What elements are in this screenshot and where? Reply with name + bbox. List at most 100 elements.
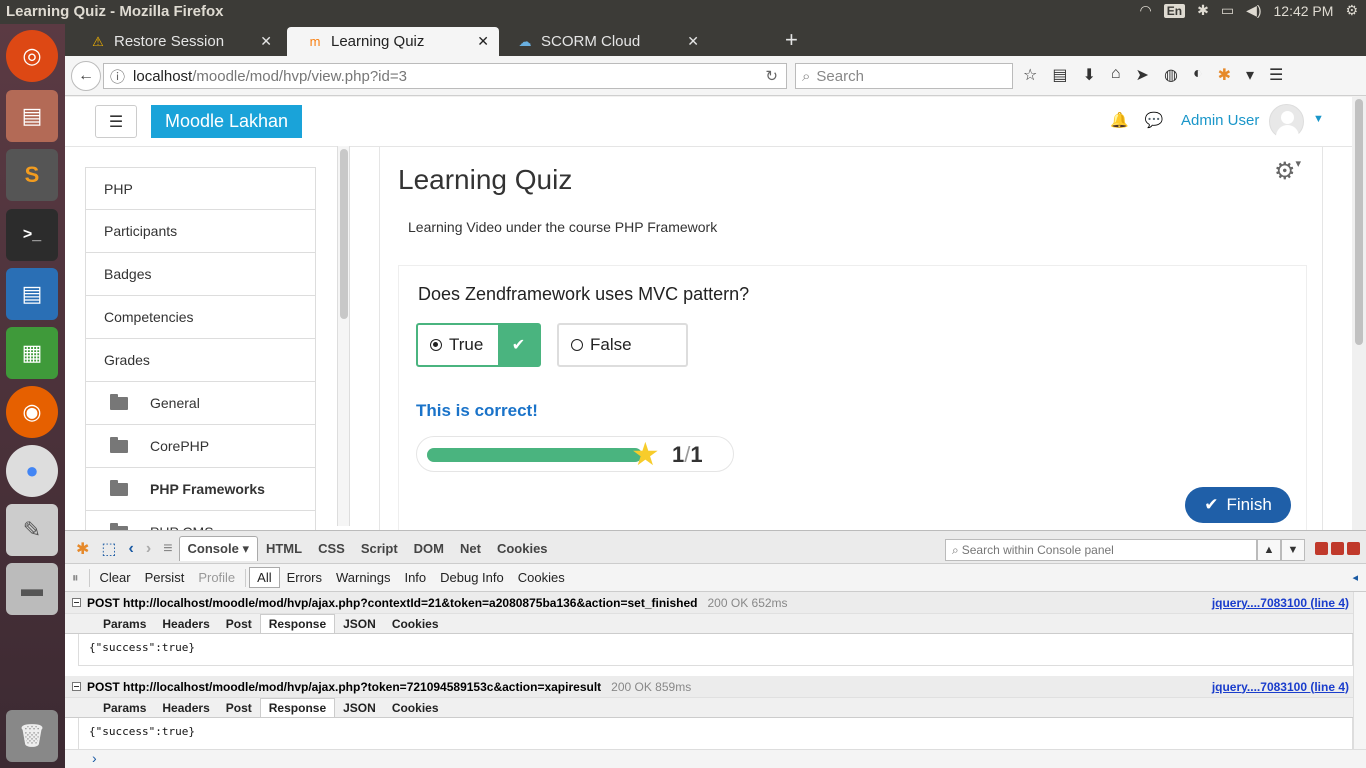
bookmark-star-icon[interactable]: ☆	[1023, 65, 1037, 85]
back-button[interactable]: ←	[71, 61, 101, 91]
tab-scorm-cloud[interactable]: ☁ SCORM Cloud ✕	[497, 27, 709, 56]
messages-icon[interactable]: 💬	[1145, 111, 1164, 129]
firebug-tab-console[interactable]: Console ▾	[178, 536, 258, 561]
req-tab-response[interactable]: Response	[259, 614, 336, 633]
req-tab-json[interactable]: JSON	[335, 699, 384, 717]
close-icon[interactable]: ✕	[477, 33, 489, 50]
disk-icon[interactable]: ▬	[6, 563, 58, 615]
request-source-link[interactable]: jquery....7083100 (line 4)	[1212, 596, 1349, 610]
text-editor-icon[interactable]: ✎	[6, 504, 58, 556]
terminal-icon[interactable]: >_	[6, 209, 58, 261]
persist-button[interactable]: Persist	[138, 568, 192, 587]
req-tab-headers[interactable]: Headers	[154, 615, 217, 633]
req-tab-json[interactable]: JSON	[335, 615, 384, 633]
filter-warnings[interactable]: Warnings	[329, 568, 397, 587]
reload-icon[interactable]: ↻	[765, 67, 778, 85]
req-tab-params[interactable]: Params	[95, 699, 154, 717]
answer-false-button[interactable]: False	[557, 323, 688, 367]
drawer-item-php-frameworks[interactable]: PHP Frameworks	[85, 468, 316, 511]
req-tab-post[interactable]: Post	[218, 699, 260, 717]
console-scrollbar[interactable]	[1353, 592, 1366, 749]
answer-true-button[interactable]: True ✔	[416, 323, 541, 367]
ubuntu-dash-icon[interactable]: ◎	[6, 30, 58, 82]
downloads-icon[interactable]: ⬇	[1082, 65, 1095, 85]
nav-drawer-toggle[interactable]: ☰	[95, 105, 137, 138]
firebug-tab-script[interactable]: Script	[353, 537, 406, 560]
finish-button[interactable]: ✔ Finish	[1185, 487, 1291, 523]
drawer-item-php-cms[interactable]: PHP CMS	[85, 511, 316, 530]
page-scrollbar[interactable]	[1352, 97, 1366, 530]
menu-icon[interactable]: ☰	[1269, 65, 1283, 85]
site-brand[interactable]: Moodle Lakhan	[151, 105, 302, 138]
reading-list-icon[interactable]: ▤	[1052, 65, 1067, 85]
notification-bell-icon[interactable]: 🔔	[1110, 111, 1129, 129]
drawer-item-grades[interactable]: Grades	[85, 339, 316, 382]
dropdown-arrow-icon[interactable]: ▾	[1246, 65, 1254, 85]
sublime-text-icon[interactable]: S	[6, 149, 58, 201]
calc-icon[interactable]: ▦	[6, 327, 58, 379]
tab-restore-session[interactable]: ⚠ Restore Session ✕	[70, 27, 282, 56]
home-icon[interactable]: ⌂	[1111, 65, 1121, 85]
firebug-tab-net[interactable]: Net	[452, 537, 489, 560]
request-source-link[interactable]: jquery....7083100 (line 4)	[1212, 680, 1349, 694]
scroll-thumb[interactable]	[340, 149, 348, 319]
filter-all[interactable]: All	[249, 567, 280, 588]
req-tab-response[interactable]: Response	[259, 698, 336, 717]
search-next-button[interactable]: ▼	[1281, 539, 1305, 561]
search-prev-button[interactable]: ▲	[1257, 539, 1281, 561]
filter-errors[interactable]: Errors	[280, 568, 329, 587]
trash-icon[interactable]: 🗑	[6, 710, 58, 762]
settings-gear-icon[interactable]: ⚙▾	[1274, 157, 1301, 186]
firefox-icon[interactable]: ◉	[6, 386, 58, 438]
addon-icon[interactable]: ◍	[1164, 65, 1178, 85]
drawer-item-php[interactable]: PHP	[85, 167, 316, 210]
collapse-toggle-icon[interactable]	[72, 598, 81, 607]
request-header[interactable]: POST http://localhost/moodle/mod/hvp/aja…	[65, 676, 1353, 698]
volume-icon[interactable]: ◀)	[1246, 2, 1261, 19]
req-tab-cookies[interactable]: Cookies	[384, 615, 447, 633]
close-icon[interactable]: ✕	[260, 33, 272, 50]
command-line-input[interactable]: ›	[65, 749, 1366, 768]
close-icon[interactable]	[1347, 542, 1360, 555]
request-header[interactable]: POST http://localhost/moodle/mod/hvp/aja…	[65, 592, 1353, 614]
wifi-icon[interactable]: ◠	[1140, 2, 1152, 19]
firebug-tab-css[interactable]: CSS	[310, 537, 353, 560]
search-input[interactable]: ⌕ Search	[795, 63, 1013, 89]
filter-debug-info[interactable]: Debug Info	[433, 568, 511, 587]
req-tab-post[interactable]: Post	[218, 615, 260, 633]
drawer-item-badges[interactable]: Badges	[85, 253, 316, 296]
minimize-icon[interactable]	[1315, 542, 1328, 555]
close-icon[interactable]: ✕	[687, 33, 699, 50]
firebug-tab-dom[interactable]: DOM	[406, 537, 452, 560]
command-editor-icon[interactable]: ≡	[157, 540, 178, 558]
drawer-scrollbar[interactable]	[337, 146, 350, 526]
avatar[interactable]	[1269, 104, 1304, 139]
drawer-item-participants[interactable]: Participants	[85, 210, 316, 253]
files-icon[interactable]: ▤	[6, 90, 58, 142]
drawer-item-general[interactable]: General	[85, 382, 316, 425]
system-gear-icon[interactable]: ⚙	[1345, 2, 1358, 19]
clear-button[interactable]: Clear	[93, 568, 138, 587]
clock[interactable]: 12:42 PM	[1274, 3, 1334, 19]
drawer-item-corephp[interactable]: CorePHP	[85, 425, 316, 468]
req-tab-cookies[interactable]: Cookies	[384, 699, 447, 717]
send-icon[interactable]: ➤	[1136, 65, 1149, 85]
req-tab-headers[interactable]: Headers	[154, 699, 217, 717]
writer-icon[interactable]: ▤	[6, 268, 58, 320]
firebug-icon[interactable]: ✱	[70, 539, 95, 559]
url-bar[interactable]: ⓘ localhost /moodle/mod/hvp/view.php?id=…	[103, 63, 787, 89]
panel-scroll-left-icon[interactable]: ◂	[1352, 571, 1358, 584]
drawer-item-competencies[interactable]: Competencies	[85, 296, 316, 339]
chrome-icon[interactable]: ●	[6, 445, 58, 497]
pause-icon[interactable]: ⏸	[65, 568, 86, 588]
detach-icon[interactable]	[1331, 542, 1344, 555]
info-icon[interactable]: ⓘ	[110, 66, 125, 87]
new-tab-button[interactable]: +	[785, 27, 798, 53]
firebug-icon[interactable]: ✱	[1218, 65, 1231, 85]
battery-icon[interactable]: ▭	[1221, 2, 1234, 19]
tab-learning-quiz[interactable]: m Learning Quiz ✕	[287, 27, 499, 56]
firebug-tab-cookies[interactable]: Cookies	[489, 537, 556, 560]
filter-info[interactable]: Info	[397, 568, 433, 587]
bluetooth-icon[interactable]: ✱	[1197, 2, 1209, 19]
colorpicker-icon[interactable]: ◐	[1193, 65, 1203, 85]
